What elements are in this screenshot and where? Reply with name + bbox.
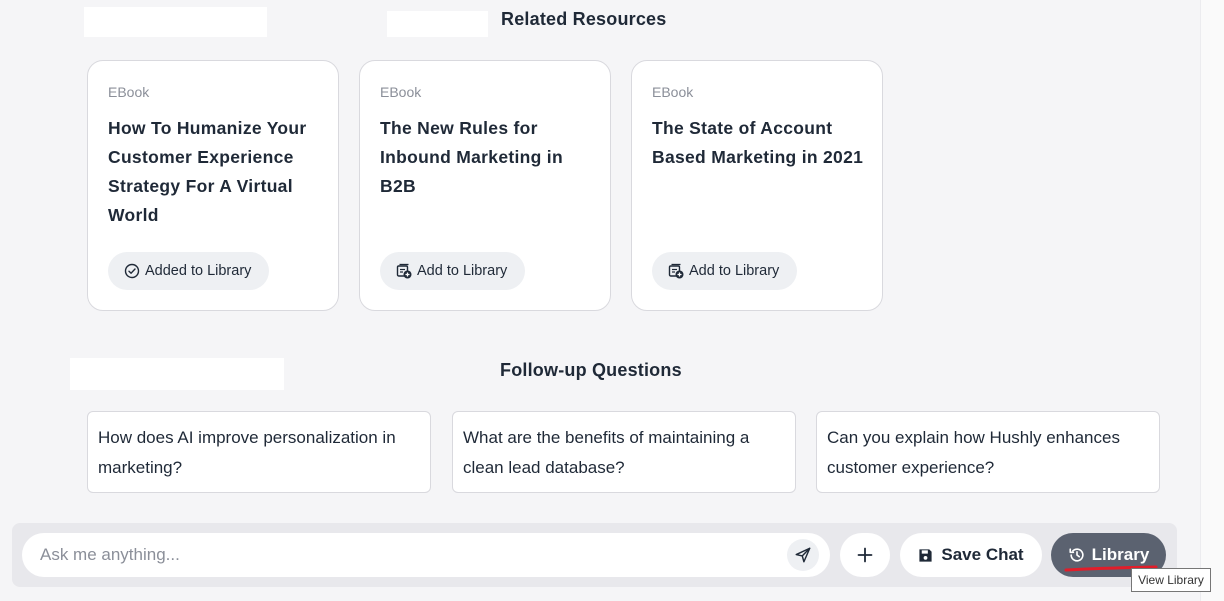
add-to-library-label: Add to Library: [417, 263, 508, 279]
page: Related Resources EBook How To Humanize …: [0, 0, 1224, 601]
ask-box: [22, 533, 830, 577]
library-add-icon: [668, 263, 684, 279]
resource-card[interactable]: EBook How To Humanize Your Customer Expe…: [87, 60, 339, 311]
resource-card[interactable]: EBook The New Rules for Inbound Marketin…: [359, 60, 611, 311]
send-button[interactable]: [787, 539, 819, 571]
followup-question[interactable]: What are the benefits of maintaining a c…: [452, 411, 796, 493]
redacted-block: [387, 11, 488, 37]
scrollbar-track[interactable]: [1200, 0, 1224, 601]
added-to-library-button[interactable]: Added to Library: [108, 252, 270, 290]
resource-kind: EBook: [380, 84, 422, 100]
add-to-library-button[interactable]: Add to Library: [652, 252, 798, 290]
send-icon: [795, 547, 811, 563]
resource-title[interactable]: The State of Account Based Marketing in …: [652, 114, 870, 172]
save-chat-label: Save Chat: [941, 545, 1024, 564]
add-to-library-button[interactable]: Add to Library: [380, 252, 526, 290]
new-chat-button[interactable]: [840, 533, 890, 577]
library-label: Library: [1091, 545, 1150, 564]
resource-card[interactable]: EBook The State of Account Based Marketi…: [631, 60, 883, 311]
followup-question[interactable]: How does AI improve personalization in m…: [87, 411, 431, 493]
added-to-library-label: Added to Library: [145, 263, 252, 279]
resource-title[interactable]: How To Humanize Your Customer Experience…: [108, 114, 326, 230]
history-icon: [1069, 548, 1084, 562]
view-library-tooltip: View Library: [1131, 568, 1211, 592]
resource-kind: EBook: [108, 84, 150, 100]
save-chat-button[interactable]: Save Chat: [900, 533, 1042, 577]
followup-questions-title: Follow-up Questions: [500, 360, 682, 380]
check-circle-icon: [124, 263, 140, 279]
library-add-icon: [396, 263, 412, 279]
ask-input[interactable]: [40, 533, 780, 577]
redacted-block: [70, 358, 284, 390]
related-resources-title: Related Resources: [501, 9, 667, 29]
resource-kind: EBook: [652, 84, 694, 100]
followup-question[interactable]: Can you explain how Hushly enhances cust…: [816, 411, 1160, 493]
resource-title[interactable]: The New Rules for Inbound Marketing in B…: [380, 114, 598, 201]
add-to-library-label: Add to Library: [689, 263, 780, 279]
plus-icon: [857, 547, 873, 563]
floppy-disk-icon: [919, 548, 932, 562]
redacted-block: [84, 7, 267, 37]
